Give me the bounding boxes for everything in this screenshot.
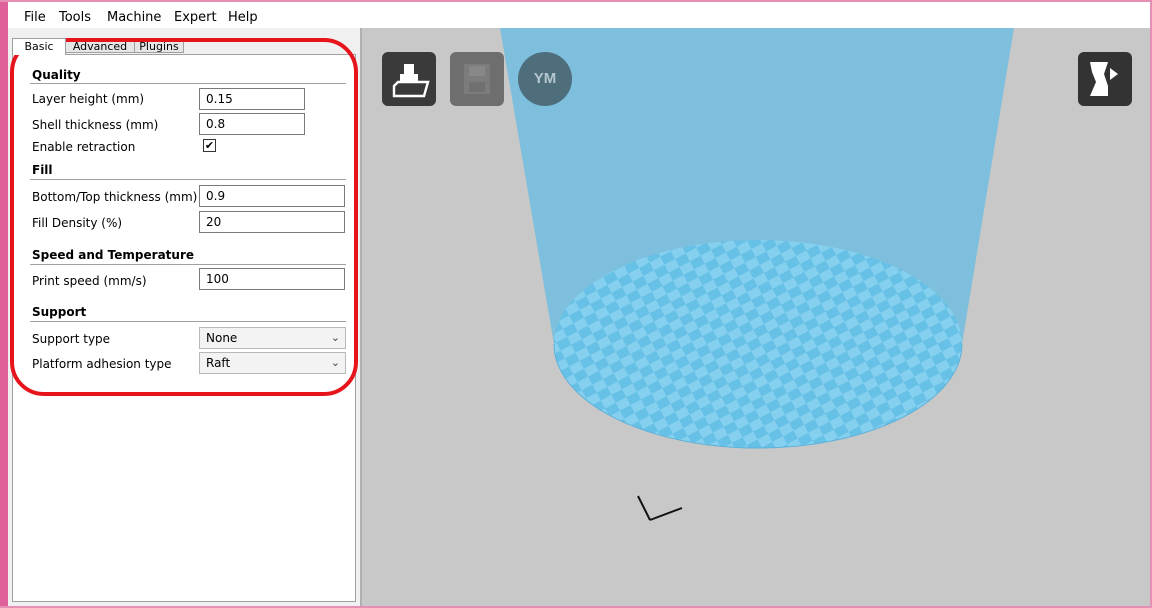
shell-thickness-label: Shell thickness (mm) [32, 118, 159, 132]
print-speed-input[interactable]: 100 [199, 268, 345, 290]
menu-machine[interactable]: Machine [107, 10, 161, 26]
enable-retraction-label: Enable retraction [32, 140, 136, 154]
menu-expert[interactable]: Expert [174, 10, 217, 26]
menu-tools[interactable]: Tools [59, 10, 91, 26]
platform-adhesion-label: Platform adhesion type [32, 357, 172, 371]
print-speed-label: Print speed (mm/s) [32, 274, 147, 288]
youmagine-label: YM [533, 70, 557, 87]
platform-adhesion-select[interactable]: Raft ⌄ [199, 352, 346, 374]
chevron-down-icon: ⌄ [330, 356, 340, 369]
support-type-select[interactable]: None ⌄ [199, 327, 346, 349]
view-mode-button[interactable] [1078, 52, 1132, 106]
platform-adhesion-value: Raft [206, 356, 231, 370]
save-button[interactable] [450, 52, 504, 106]
tab-basic[interactable]: Basic [12, 38, 66, 55]
3d-viewport[interactable]: YM [362, 28, 1150, 606]
layer-height-label: Layer height (mm) [32, 92, 145, 106]
shell-thickness-input[interactable]: 0.8 [199, 113, 305, 135]
section-fill-divider [30, 179, 346, 180]
window-frame-left [0, 0, 8, 608]
section-quality-title: Quality [32, 68, 81, 82]
axis-indicator-icon [637, 495, 683, 521]
load-model-icon [392, 64, 430, 98]
menu-help[interactable]: Help [228, 10, 258, 26]
support-type-label: Support type [32, 332, 111, 346]
section-speed-title: Speed and Temperature [32, 248, 194, 262]
build-plate [554, 240, 962, 448]
view-mode-icon [1090, 62, 1118, 96]
cura-window: File Tools Machine Expert Help Basic Adv… [0, 0, 1152, 608]
save-icon [464, 64, 490, 94]
tab-advanced[interactable]: Advanced [65, 38, 135, 53]
fill-density-input[interactable]: 20 [199, 211, 345, 233]
section-quality-divider [30, 83, 346, 84]
menu-file[interactable]: File [24, 10, 46, 26]
section-support-divider [30, 321, 346, 322]
bottom-top-thickness-input[interactable]: 0.9 [199, 185, 345, 207]
youmagine-button[interactable]: YM [518, 52, 572, 106]
enable-retraction-checkbox[interactable]: ✔ [203, 139, 216, 152]
support-type-value: None [206, 331, 238, 345]
menu-bar: File Tools Machine Expert Help [8, 2, 1150, 28]
section-speed-divider [30, 264, 346, 265]
tab-plugins[interactable]: Plugins [134, 38, 184, 53]
bottom-top-thickness-label: Bottom/Top thickness (mm) [32, 190, 198, 204]
build-volume-scene [500, 28, 1014, 521]
fill-density-label: Fill Density (%) [32, 216, 123, 230]
load-model-button[interactable] [382, 52, 436, 106]
section-support-title: Support [32, 305, 87, 319]
chevron-down-icon: ⌄ [330, 331, 340, 344]
section-fill-title: Fill [32, 163, 53, 177]
window-frame-top [0, 0, 1152, 2]
layer-height-input[interactable]: 0.15 [199, 88, 305, 110]
